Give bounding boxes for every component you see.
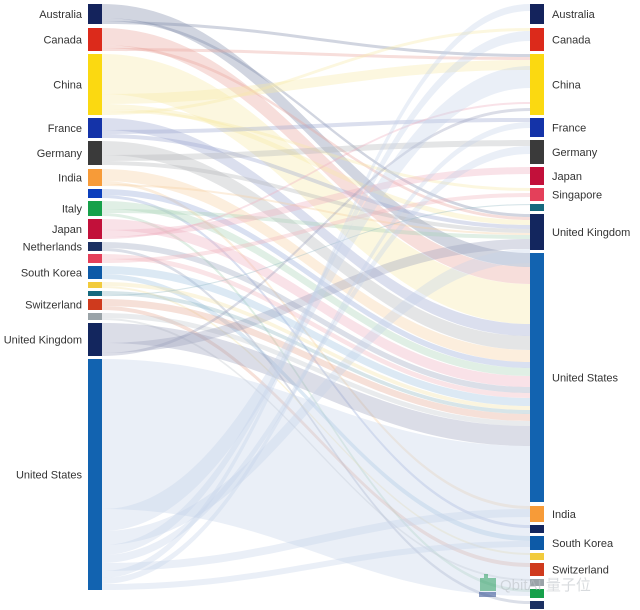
sankey-node-left[interactable] — [88, 313, 102, 320]
sankey-node-right[interactable] — [530, 188, 544, 201]
node-label-right: China — [552, 80, 582, 92]
node-label-right: Japan — [552, 171, 582, 183]
sankey-node-left[interactable] — [88, 323, 102, 356]
sankey-node-right[interactable] — [530, 167, 544, 185]
sankey-canvas: Australia Canada China France Germany India It… — [0, 0, 640, 610]
sankey-node-right[interactable] — [530, 601, 544, 609]
sankey-node-left[interactable] — [88, 242, 102, 251]
node-label-right: India — [552, 509, 577, 521]
node-label-left: India — [58, 173, 83, 185]
sankey-node-left[interactable] — [88, 189, 102, 198]
sankey-node-left[interactable] — [88, 254, 102, 263]
watermark-label: QbitAI 量子位 — [500, 577, 591, 594]
node-label-right: France — [552, 123, 586, 135]
sankey-node-right[interactable] — [530, 553, 544, 560]
sankey-diagram: Australia Canada China France Germany India It… — [0, 0, 640, 610]
node-label-left: United Kingdom — [4, 335, 82, 347]
sankey-node-left[interactable] — [88, 169, 102, 186]
sankey-node-right[interactable] — [530, 525, 544, 533]
sankey-node-right[interactable] — [530, 140, 544, 164]
sankey-node-right[interactable] — [530, 118, 544, 137]
node-label-left: Italy — [62, 204, 83, 216]
node-label-right: Australia — [552, 9, 596, 21]
sankey-node-right[interactable] — [530, 536, 544, 550]
sankey-node-left[interactable] — [88, 141, 102, 165]
sankey-node-left[interactable] — [88, 54, 102, 115]
node-label-left: Switzerland — [25, 300, 82, 312]
node-label-left: China — [53, 80, 83, 92]
sankey-node-left[interactable] — [88, 4, 102, 24]
sankey-node-left[interactable] — [88, 28, 102, 51]
node-label-left: United States — [16, 470, 83, 482]
node-label-left: Japan — [52, 224, 82, 236]
node-label-left: Australia — [39, 9, 83, 21]
sankey-node-right[interactable] — [530, 506, 544, 522]
node-label-left: Germany — [37, 148, 83, 160]
node-label-right: Germany — [552, 147, 598, 159]
sankey-node-right[interactable] — [530, 563, 544, 576]
node-label-left: Canada — [43, 35, 82, 47]
node-label-right: Singapore — [552, 190, 602, 202]
sankey-node-right[interactable] — [530, 4, 544, 24]
sankey-node-right[interactable] — [530, 28, 544, 51]
sankey-node-right[interactable] — [530, 204, 544, 211]
sankey-node-left[interactable] — [88, 291, 102, 296]
sankey-node-left[interactable] — [88, 282, 102, 288]
node-label-left: France — [48, 123, 82, 135]
sankey-node-right[interactable] — [530, 253, 544, 502]
node-label-left: South Korea — [21, 268, 83, 280]
sankey-node-left[interactable] — [88, 266, 102, 279]
node-label-right: South Korea — [552, 538, 614, 550]
sankey-node-left[interactable] — [88, 201, 102, 216]
node-label-right: Switzerland — [552, 565, 609, 577]
sankey-node-right[interactable] — [530, 214, 544, 250]
sankey-node-right[interactable] — [530, 54, 544, 115]
sankey-node-left[interactable] — [88, 118, 102, 138]
sankey-node-left[interactable] — [88, 219, 102, 239]
sankey-node-left[interactable] — [88, 359, 102, 590]
sankey-node-left[interactable] — [88, 299, 102, 310]
node-label-right: Canada — [552, 35, 591, 47]
node-label-right: United Kingdom — [552, 227, 630, 239]
node-label-right: United States — [552, 373, 619, 385]
node-label-left: Netherlands — [23, 242, 83, 254]
